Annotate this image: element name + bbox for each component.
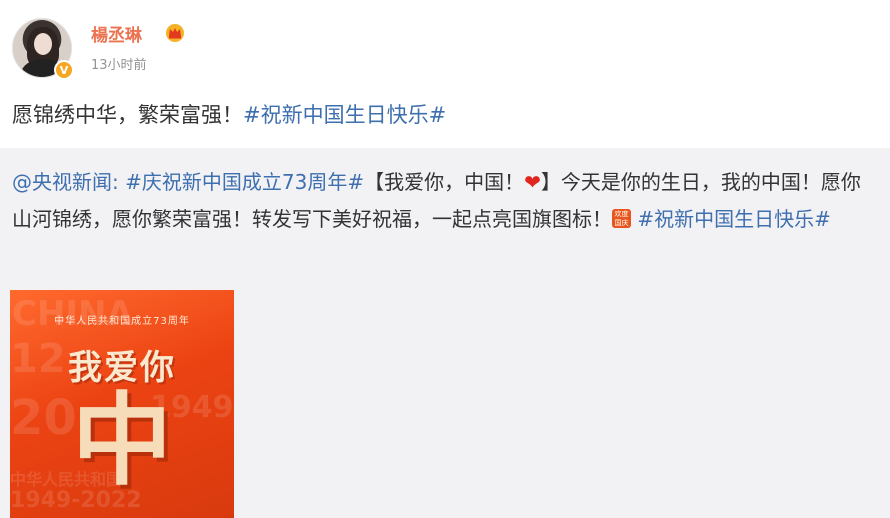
repost-box: @央视新闻: #庆祝新中国成立73周年#【我爱你，中国！❤】今天是你的生日，我的… (0, 148, 890, 518)
poster-big-character: 中 (72, 382, 172, 499)
repost-topic-link-1[interactable]: #庆祝新中国成立73周年# (125, 170, 364, 194)
repost-text: @央视新闻: #庆祝新中国成立73周年#【我爱你，中国！❤】今天是你的生日，我的… (12, 164, 872, 238)
national-day-emoji-icon: 欢度国庆 (612, 209, 631, 228)
mention-link[interactable]: @央视新闻: (12, 170, 119, 194)
post-header: V 楊丞琳 13小时前 (12, 14, 312, 80)
avatar-face (34, 33, 52, 55)
repost-text-part-1: 【我爱你，中国！ (364, 170, 525, 194)
post-topic-link[interactable]: #祝新中国生日快乐# (243, 103, 446, 127)
crown-icon (166, 24, 184, 42)
timestamp: 13小时前 (91, 58, 147, 73)
post-text-main: 愿锦绣中华，繁荣富强！ (12, 103, 243, 127)
verified-icon: V (54, 60, 74, 80)
heart-icon: ❤ (524, 170, 541, 194)
poster-image[interactable]: CHINA 12 20 1949 中华人民共和国 1949-2022 中华人民共… (10, 290, 234, 518)
poster-subtitle: 中华人民共和国成立73周年 (54, 316, 190, 327)
username[interactable]: 楊丞琳 (91, 21, 142, 46)
repost-topic-link-2[interactable]: #祝新中国生日快乐# (637, 207, 831, 231)
post-text: 愿锦绣中华，繁荣富强！#祝新中国生日快乐# (12, 100, 446, 130)
